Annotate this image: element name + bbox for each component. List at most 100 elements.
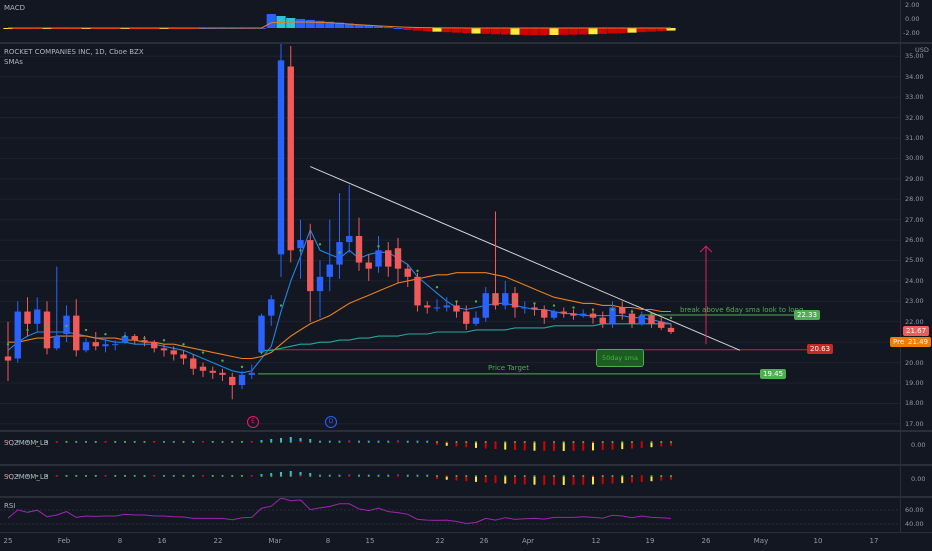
sqz-dot (640, 475, 643, 477)
earnings-marker[interactable]: E (247, 416, 259, 428)
sqz-dot (211, 475, 214, 477)
sqz-bar (553, 476, 555, 485)
time-tick: 19 (645, 537, 655, 545)
candle-body (424, 305, 431, 308)
sqzmom-pane-2[interactable]: SQZMOM_LB 0.00 (0, 466, 932, 496)
sqz-bar (621, 476, 624, 484)
signal-dot (630, 310, 634, 313)
time-axis[interactable]: 25 Feb 8 16 22 Mar 8 15 22 26 Apr 12 19 26 May 10 17 (0, 532, 932, 551)
candle-body (404, 268, 411, 277)
macd-bar (549, 28, 559, 35)
price-axis[interactable]: USD 35.00 34.00 33.00 32.00 31.00 30.00 29.00 2… (890, 44, 932, 430)
macd-tick: 0.00 (905, 15, 920, 23)
macd-bar (598, 28, 608, 34)
sqz-bar (572, 476, 575, 485)
sqzmom-axis-2[interactable]: 0.00 (900, 466, 932, 496)
rsi-pane[interactable]: RSI 60.00 40.00 (0, 498, 932, 532)
rsi-axis[interactable]: 60.00 40.00 (900, 498, 932, 532)
candle-body (560, 311, 567, 314)
time-tick: 25 (3, 537, 13, 545)
price-tick: 33.00 (905, 93, 924, 102)
sqz-dot (553, 475, 555, 477)
signal-dot (591, 308, 595, 311)
sqz-dot (358, 475, 360, 477)
stop-level-badge: 20.63 (807, 344, 834, 354)
price-tick: 35.00 (905, 52, 924, 61)
macd-bar (442, 28, 452, 33)
signal-dot (279, 304, 283, 307)
sqz-bar (553, 442, 555, 451)
sqz-dot (65, 441, 68, 443)
sqz-dot (465, 441, 468, 443)
rsi-tick: 40.00 (905, 520, 924, 528)
sqz-dot (426, 441, 429, 443)
sqz-dot (153, 475, 156, 477)
candle-body (4, 356, 12, 361)
sqz-dot (163, 441, 165, 443)
candle-body (268, 299, 275, 316)
sqz-dot (494, 475, 497, 477)
sqz-dot (631, 441, 633, 443)
candle-body (628, 313, 636, 324)
sqz-dot (484, 475, 487, 477)
sqz-dot (533, 475, 536, 477)
price-tick: 31.00 (905, 133, 924, 142)
macd-bar (422, 28, 432, 32)
candle-body (180, 354, 187, 359)
sqz-dot (55, 475, 58, 477)
price-tick: 25.00 (905, 256, 924, 265)
macd-price-axis[interactable]: 2.00 0.00 -2.00 (900, 0, 932, 42)
sqz-dot (475, 441, 477, 443)
sqz-bar (601, 476, 604, 485)
macd-bar (588, 28, 598, 35)
sqz-dot (562, 441, 565, 443)
candle-body (375, 250, 382, 267)
sqz-dot (504, 441, 507, 443)
signal-dot (240, 365, 244, 369)
dividend-marker[interactable]: D (325, 416, 337, 428)
sqz-dot (280, 475, 282, 477)
sqz-dot (504, 475, 507, 477)
sqz-dot (397, 475, 399, 477)
sqz-dot (367, 441, 370, 443)
sqzmom-pane-1[interactable]: SQZMOM_LB 0.00 (0, 432, 932, 464)
sqz-dot (309, 475, 312, 477)
macd-bar (305, 19, 315, 28)
sqz-dot (514, 441, 516, 443)
sqzmom-histogram-2 (7, 471, 672, 485)
sqz-dot (299, 475, 302, 477)
macd-label: MACD (4, 4, 25, 12)
sma-callout: 50day sma (596, 349, 644, 367)
sqz-bar (533, 442, 536, 451)
sqzmom-axis-1[interactable]: 0.00 (900, 432, 932, 464)
macd-pane[interactable]: MACD 2.00 0.00 -2.00 (0, 0, 932, 42)
macd-bar (617, 28, 627, 34)
sqz-bar (562, 476, 565, 485)
sqz-dot (436, 441, 438, 443)
sqz-dot (348, 441, 351, 443)
sqz-bar (611, 476, 614, 484)
sqz-dot (319, 475, 321, 477)
sqz-dot (104, 475, 107, 477)
sqz-dot (299, 441, 302, 443)
symbol-title[interactable]: ROCKET COMPANIES INC, 1D, Cboe BZX (4, 48, 144, 56)
sqz-dot (416, 475, 419, 477)
candle-body (219, 372, 226, 375)
signal-dot (357, 251, 361, 254)
signal-dot (104, 332, 107, 336)
sqz-dot (172, 441, 175, 443)
sma-indicator-label[interactable]: SMAs (4, 58, 23, 66)
sqz-bar (504, 442, 507, 450)
sqz-dot (650, 475, 653, 477)
time-tick: 17 (869, 537, 879, 545)
sqz-dot (338, 441, 341, 443)
price-pane[interactable]: ROCKET COMPANIES INC, 1D, Cboe BZX SMAs … (0, 44, 932, 430)
sqz-dot (85, 475, 87, 477)
sqz-dot (621, 441, 624, 443)
time-tick: 26 (701, 537, 711, 545)
rsi-label: RSI (4, 502, 16, 510)
sqz-dot (280, 441, 282, 443)
signal-dot (513, 298, 517, 301)
signal-dot (650, 312, 653, 315)
sqz-dot (455, 475, 458, 477)
